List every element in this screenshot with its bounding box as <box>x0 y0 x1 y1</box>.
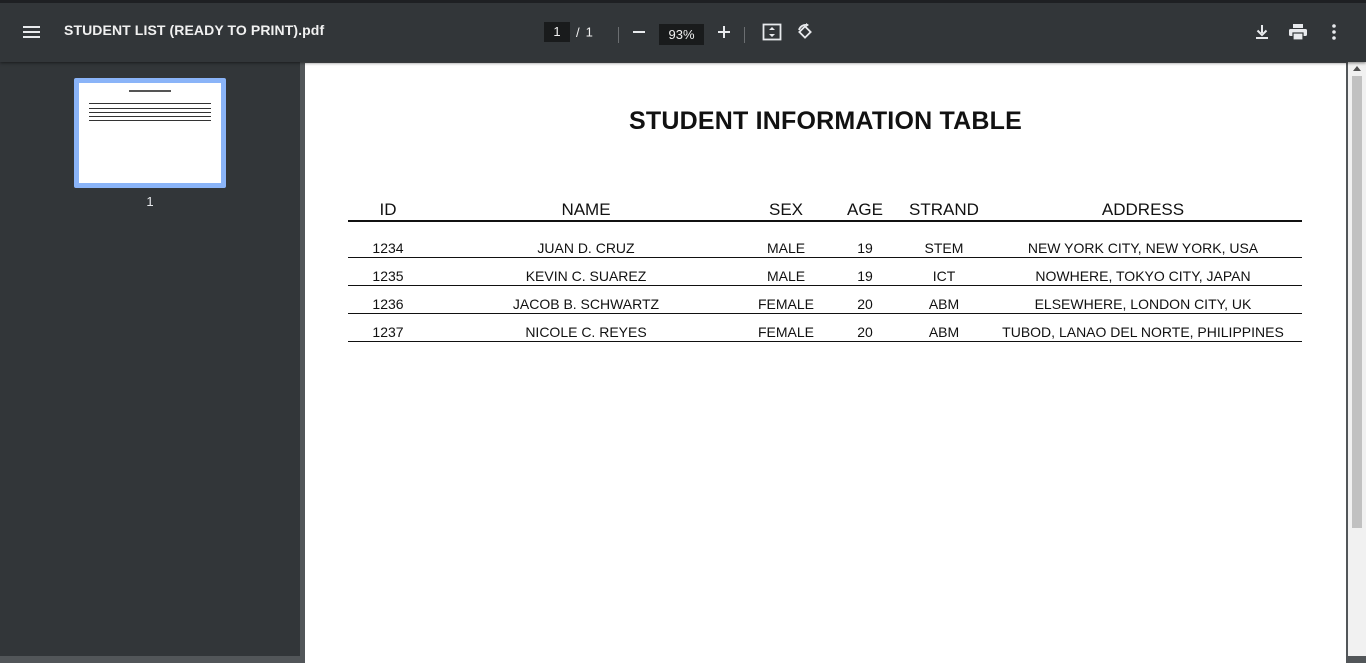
zoom-level-input[interactable]: 93% <box>659 24 704 45</box>
current-page-input[interactable]: 1 <box>544 22 570 42</box>
cell-name: KEVIN C. SUAREZ <box>525 268 647 284</box>
cell-id: 1234 <box>372 240 404 256</box>
cell-sex: FEMALE <box>757 324 814 340</box>
cell-age: 20 <box>857 296 873 312</box>
vertical-scrollbar[interactable] <box>1348 62 1366 656</box>
table-row: 1236 JACOB B. SCHWARTZ FEMALE 20 ABM ELS… <box>348 286 1302 314</box>
more-vert-icon[interactable] <box>1322 20 1346 44</box>
download-icon[interactable] <box>1250 20 1274 44</box>
page-selector: 1 / 1 <box>544 22 593 42</box>
cell-address: ELSEWHERE, LONDON CITY, UK <box>1034 296 1252 312</box>
cell-strand: ABM <box>928 296 960 312</box>
zoom-out-icon[interactable] <box>627 20 651 44</box>
column-header-name: NAME <box>561 200 611 219</box>
table-row: 1235 KEVIN C. SUAREZ MALE 19 ICT NOWHERE… <box>348 258 1302 286</box>
file-title: STUDENT LIST (READY TO PRINT).pdf <box>64 22 325 38</box>
total-pages: 1 <box>585 24 593 40</box>
toolbar-divider <box>618 27 619 43</box>
cell-strand: ABM <box>928 324 960 340</box>
cell-strand: STEM <box>924 240 964 256</box>
cell-age: 19 <box>857 240 873 256</box>
cell-sex: MALE <box>766 268 806 284</box>
cell-name: JACOB B. SCHWARTZ <box>512 296 660 312</box>
scroll-up-arrow-icon[interactable] <box>1353 66 1361 71</box>
cell-name: JUAN D. CRUZ <box>537 240 635 256</box>
cell-strand: ICT <box>932 268 956 284</box>
page-separator: / <box>576 24 580 40</box>
pdf-toolbar: STUDENT LIST (READY TO PRINT).pdf 1 / 1 93… <box>0 0 1366 62</box>
document-title: STUDENT INFORMATION TABLE <box>629 107 1022 135</box>
page-thumbnail[interactable] <box>74 78 226 188</box>
table-row: 1237 NICOLE C. REYES FEMALE 20 ABM TUBOD… <box>348 314 1302 342</box>
cell-id: 1236 <box>372 296 404 312</box>
document-viewer: STUDENT INFORMATION TABLE ID NAME SEX AG… <box>300 62 1366 663</box>
column-header-address: ADDRESS <box>1101 200 1185 219</box>
scrollbar-thumb[interactable] <box>1352 76 1362 528</box>
table-header-row: ID NAME SEX AGE STRAND ADDRESS <box>348 199 1302 222</box>
column-header-sex: SEX <box>768 200 804 219</box>
cell-sex: MALE <box>766 240 806 256</box>
cell-age: 19 <box>857 268 873 284</box>
print-icon[interactable] <box>1286 20 1310 44</box>
student-table: ID NAME SEX AGE STRAND ADDRESS 1234 JUAN… <box>348 199 1302 342</box>
column-header-id: ID <box>379 200 397 219</box>
rotate-icon[interactable] <box>793 20 817 44</box>
cell-address: NOWHERE, TOKYO CITY, JAPAN <box>1035 268 1251 284</box>
zoom-in-icon[interactable] <box>712 20 736 44</box>
hamburger-menu-icon[interactable] <box>20 20 44 44</box>
cell-address: TUBOD, LANAO DEL NORTE, PHILIPPINES <box>1002 324 1284 340</box>
table-row: 1234 JUAN D. CRUZ MALE 19 STEM NEW YORK … <box>348 239 1302 258</box>
cell-id: 1235 <box>372 268 404 284</box>
thumbnail-preview <box>79 83 221 183</box>
cell-id: 1237 <box>372 324 404 340</box>
toolbar-divider <box>744 27 745 43</box>
column-header-strand: STRAND <box>909 200 979 219</box>
cell-age: 20 <box>857 324 873 340</box>
cell-sex: FEMALE <box>757 296 814 312</box>
pdf-page: STUDENT INFORMATION TABLE ID NAME SEX AG… <box>305 63 1346 663</box>
column-header-age: AGE <box>847 200 883 219</box>
cell-name: NICOLE C. REYES <box>525 324 647 340</box>
fit-to-page-icon[interactable] <box>760 20 784 44</box>
thumbnail-sidebar: 1 <box>0 62 300 656</box>
cell-address: NEW YORK CITY, NEW YORK, USA <box>1027 240 1259 256</box>
thumbnail-page-number: 1 <box>146 194 154 209</box>
